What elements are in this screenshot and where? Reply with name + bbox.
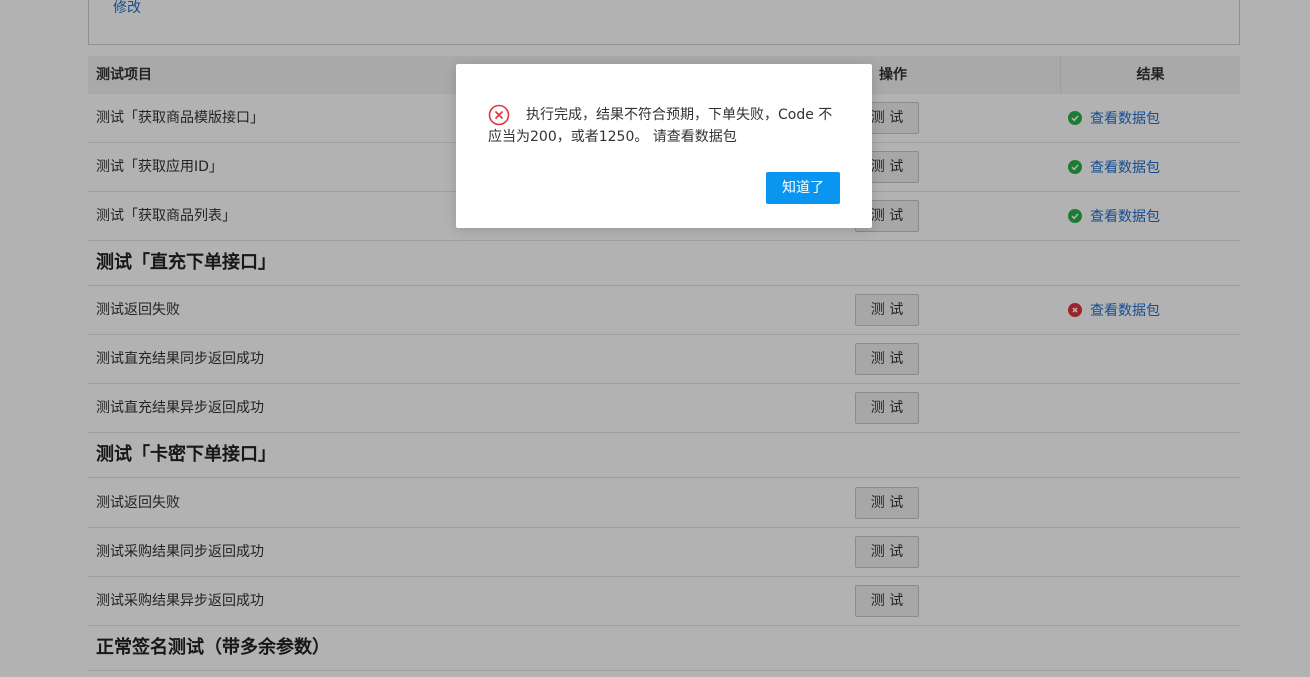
result-dialog: 执行完成，结果不符合预期，下单失败，Code 不应当为200，或者1250。 请…	[456, 64, 872, 228]
dialog-message: 执行完成，结果不符合预期，下单失败，Code 不应当为200，或者1250。 请…	[488, 107, 833, 145]
acknowledge-button[interactable]: 知道了	[766, 172, 840, 204]
